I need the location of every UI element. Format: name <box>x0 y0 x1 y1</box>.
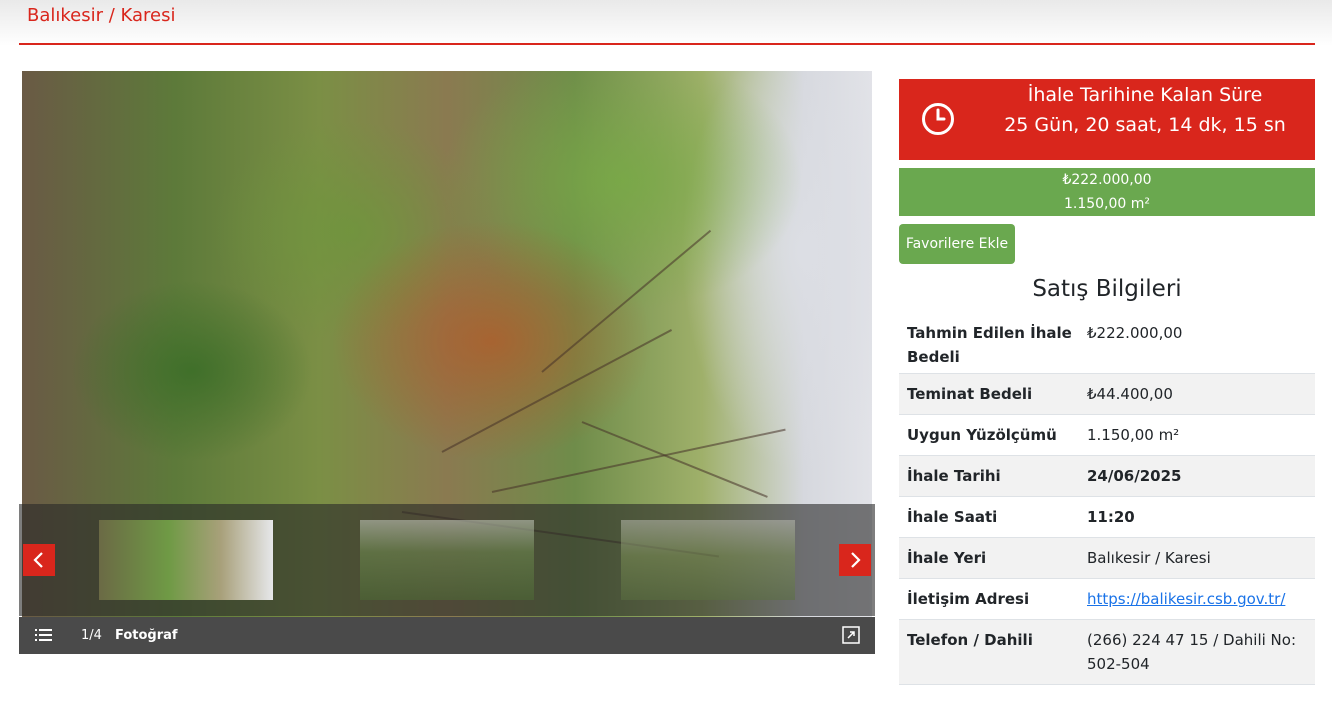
row-key: Uygun Yüzölçümü <box>907 426 1057 444</box>
header-divider <box>19 43 1315 45</box>
auction-countdown: İhale Tarihine Kalan Süre 25 Gün, 20 saa… <box>899 79 1315 160</box>
countdown-title: İhale Tarihine Kalan Süre <box>1027 84 1263 106</box>
chevron-left-icon <box>33 552 43 568</box>
countdown-time: 25 Gün, 20 saat, 14 dk, 15 sn <box>1004 114 1286 136</box>
prev-photo-button[interactable] <box>23 544 55 576</box>
table-row: İhale Yeri Balıkesir / Karesi <box>899 538 1315 579</box>
row-value: 11:20 <box>1087 508 1135 526</box>
price-area: 1.150,00 m² <box>1063 196 1151 212</box>
row-key: İhale Saati <box>907 508 998 526</box>
row-key: İhale Yeri <box>907 549 987 567</box>
table-row: İhale Tarihi 24/06/2025 <box>899 456 1315 497</box>
table-row: Uygun Yüzölçümü 1.150,00 m² <box>899 415 1315 456</box>
price-amount: ₺222.000,00 <box>1062 172 1152 188</box>
row-key: İhale Tarihi <box>907 467 1001 485</box>
row-key: Teminat Bedeli <box>907 385 1033 403</box>
gallery-footer: 1/4 Fotoğraf <box>19 617 875 654</box>
row-value: 1.150,00 m² <box>1087 426 1180 444</box>
breadcrumb[interactable]: Balıkesir / Karesi <box>27 5 176 26</box>
row-key: Telefon / Dahili <box>907 631 1033 649</box>
list-icon[interactable] <box>35 628 52 642</box>
table-row: İhale Saati 11:20 <box>899 497 1315 538</box>
row-value: ₺44.400,00 <box>1087 385 1173 403</box>
photo-counter: 1/4 <box>81 628 102 643</box>
clock-icon <box>922 103 954 135</box>
sale-info-table: Tahmin Edilen İhale Bedeli ₺222.000,00 T… <box>899 313 1315 685</box>
row-value: (266) 224 47 15 / Dahili No: 502-504 <box>1087 631 1297 673</box>
fullscreen-icon[interactable] <box>842 626 860 644</box>
contact-address-link[interactable]: https://balikesir.csb.gov.tr/ <box>1087 590 1285 608</box>
thumbnail-1[interactable] <box>99 520 273 600</box>
row-key: İletişim Adresi <box>907 590 1030 608</box>
thumbnail-3[interactable] <box>621 520 795 600</box>
thumbnail-2[interactable] <box>360 520 534 600</box>
add-to-favorites-button[interactable]: Favorilere Ekle <box>899 224 1015 264</box>
top-bar <box>0 0 1332 46</box>
photo-gallery: 1/4 Fotoğraf <box>19 71 875 654</box>
next-photo-button[interactable] <box>839 544 871 576</box>
row-value: 24/06/2025 <box>1087 467 1182 485</box>
table-row: Teminat Bedeli ₺44.400,00 <box>899 374 1315 415</box>
row-value: Balıkesir / Karesi <box>1087 549 1211 567</box>
row-value: https://balikesir.csb.gov.tr/ <box>1087 587 1313 611</box>
table-row: İletişim Adresi https://balikesir.csb.go… <box>899 579 1315 620</box>
photo-caption: Fotoğraf <box>115 628 178 643</box>
chevron-right-icon <box>851 552 861 568</box>
thumbnail-strip <box>19 504 875 616</box>
sale-info-title: Satış Bilgileri <box>1032 276 1182 302</box>
row-value: ₺222.000,00 <box>1087 324 1183 342</box>
table-row: Tahmin Edilen İhale Bedeli ₺222.000,00 <box>899 313 1315 374</box>
table-row: Telefon / Dahili (266) 224 47 15 / Dahil… <box>899 620 1315 685</box>
price-summary: ₺222.000,00 1.150,00 m² <box>899 168 1315 216</box>
row-key: Tahmin Edilen İhale Bedeli <box>907 324 1072 366</box>
